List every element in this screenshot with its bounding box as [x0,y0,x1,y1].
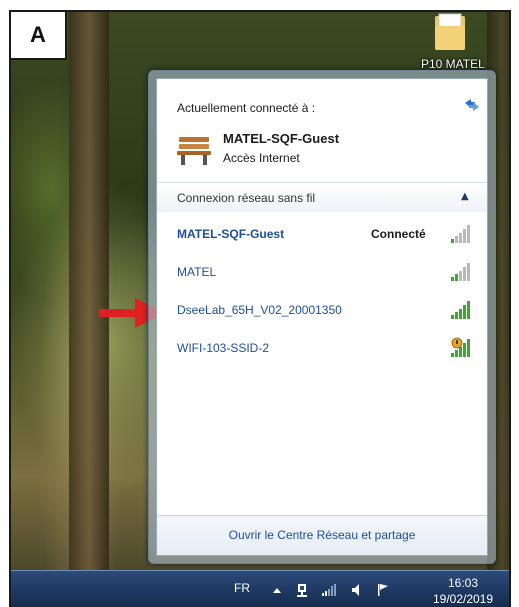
clock-date: 19/02/2019 [432,592,494,606]
wifi-signal-icon [451,225,470,243]
network-name: MATEL-SQF-Guest [177,227,285,241]
figure-label: A [11,12,67,60]
network-item-matel-sqf-guest[interactable]: MATEL-SQF-Guest Connecté [157,217,487,253]
taskbar: FR 16:03 19/02/2019 [11,570,509,607]
wifi-signal-secured-icon [451,337,470,357]
network-item-wifi-103[interactable]: WIFI-103-SSID-2 [157,331,487,367]
wireless-section-header[interactable]: Connexion réseau sans fil ▲ [157,182,487,212]
chevron-up-icon[interactable] [269,582,285,598]
clock[interactable]: 16:03 19/02/2019 [417,575,509,607]
wifi-popup: Actuellement connecté à : MATEL-SQF-Gues… [148,70,496,564]
wifi-signal-icon[interactable] [321,582,337,598]
volume-icon[interactable] [349,582,365,598]
open-network-center-link[interactable]: Ouvrir le Centre Réseau et partage [157,528,487,542]
network-icon[interactable] [295,582,311,598]
language-indicator[interactable]: FR [234,581,250,595]
wireless-section-title: Connexion réseau sans fil [177,191,316,205]
bench-icon [177,137,211,165]
network-name: WIFI-103-SSID-2 [177,341,270,355]
current-connection-status: Accès Internet [223,151,300,165]
current-connection-name: MATEL-SQF-Guest [223,131,340,146]
clock-time: 16:03 [447,576,479,590]
wifi-signal-icon [451,301,470,319]
refresh-icon[interactable] [463,97,481,113]
network-item-dseelab[interactable]: DseeLab_65H_V02_20001350 [157,293,487,329]
wifi-signal-icon [451,263,470,281]
flag-icon[interactable] [375,582,391,598]
popup-footer: Ouvrir le Centre Réseau et partage [157,515,487,555]
network-name: DseeLab_65H_V02_20001350 [177,303,342,317]
folder-icon[interactable] [431,12,471,52]
network-name: MATEL [177,265,217,279]
folder-label[interactable]: P10 MATEL [421,57,509,71]
figure-frame: P10 MATEL Actuellement connecté à : MATE… [9,10,511,607]
wifi-popup-panel: Actuellement connecté à : MATEL-SQF-Gues… [156,78,488,556]
network-state: Connecté [371,227,426,241]
network-item-matel[interactable]: MATEL [157,255,487,291]
current-connection-label: Actuellement connecté à : [177,101,316,115]
chevron-up-icon[interactable]: ▲ [461,191,469,202]
